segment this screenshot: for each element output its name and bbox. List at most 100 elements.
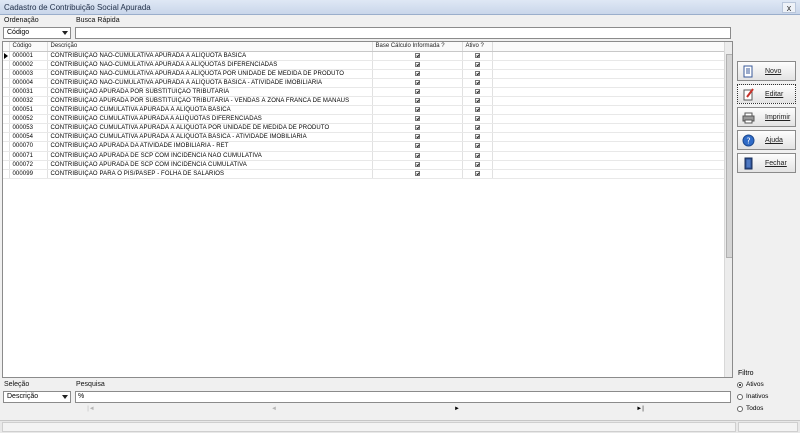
- table-row[interactable]: 000051 CONTRIBUIÇÃO CUMULATIVA APURADA À …: [3, 105, 725, 116]
- cell-filler: [492, 78, 725, 88]
- table-row[interactable]: 000003 CONTRIBUIÇÃO NÃO-CUMULATIVA APURAD…: [3, 69, 725, 79]
- quick-search-label: Busca Rápida: [76, 17, 120, 24]
- checkbox-checked-icon: [474, 70, 480, 76]
- table-row[interactable]: 000052 CONTRIBUIÇÃO CUMULATIVA APURADA A …: [3, 114, 725, 125]
- checkbox-checked-icon: [474, 61, 480, 67]
- table-row[interactable]: 000072 CONTRIBUIÇÃO APURADA DE SCP COM IN…: [3, 160, 725, 170]
- header-code[interactable]: Código: [9, 42, 48, 52]
- table-row[interactable]: 000032 CONTRIBUIÇÃO APURADA POR SUBSTITUI…: [3, 96, 725, 107]
- header-base-calculo[interactable]: Base Cálculo Informada ?: [372, 42, 463, 52]
- table-row[interactable]: 000099 CONTRIBUIÇÃO PARA O PIS/PASEP - FO…: [3, 169, 725, 179]
- checkbox-checked-icon: [474, 107, 480, 113]
- checkbox-checked-icon: [414, 116, 420, 122]
- cell-ativo-checkbox[interactable]: [462, 141, 493, 152]
- cell-ativo-checkbox[interactable]: [462, 51, 493, 61]
- editar-button[interactable]: Editar: [737, 84, 796, 104]
- cell-ativo-checkbox[interactable]: [462, 114, 493, 125]
- cell-ativo-checkbox[interactable]: [462, 105, 493, 116]
- quick-search-input[interactable]: [75, 27, 731, 39]
- cell-description: CONTRIBUIÇÃO NÃO-CUMULATIVA APURADA A AL…: [47, 60, 373, 70]
- header-description[interactable]: Descrição: [47, 42, 373, 52]
- table-row[interactable]: 000071 CONTRIBUIÇÃO APURADA DE SCP COM IN…: [3, 151, 725, 161]
- table-row[interactable]: 000002 CONTRIBUIÇÃO NÃO-CUMULATIVA APURAD…: [3, 60, 725, 70]
- cell-description: CONTRIBUIÇÃO APURADA POR SUBSTITUIÇÃO TR…: [47, 96, 373, 107]
- row-indicator: [3, 160, 10, 170]
- cell-code: 000004: [9, 78, 48, 88]
- cell-ativo-checkbox[interactable]: [462, 160, 493, 170]
- ordering-label: Ordenação: [4, 17, 39, 24]
- cell-base-checkbox[interactable]: [372, 96, 463, 107]
- cell-description: CONTRIBUIÇÃO PARA O PIS/PASEP - FOLHA DE…: [47, 169, 373, 179]
- filter-ativos-radio[interactable]: Ativos: [737, 381, 797, 390]
- imprimir-button[interactable]: Imprimir: [737, 107, 796, 127]
- table-row[interactable]: 000053 CONTRIBUIÇÃO CUMULATIVA APURADA À …: [3, 123, 725, 134]
- cell-base-checkbox[interactable]: [372, 114, 463, 125]
- cell-description: CONTRIBUIÇÃO CUMULATIVA APURADA À ALÍQUO…: [47, 105, 373, 116]
- table-row[interactable]: 000054 CONTRIBUIÇÃO CUMULATIVA APURADA À …: [3, 132, 725, 143]
- cell-base-checkbox[interactable]: [372, 69, 463, 79]
- table-row[interactable]: 000004 CONTRIBUIÇÃO NÃO-CUMULATIVA APURAD…: [3, 78, 725, 88]
- cell-ativo-checkbox[interactable]: [462, 151, 493, 161]
- cell-ativo-checkbox[interactable]: [462, 78, 493, 88]
- filter-ativos-label: Ativos: [746, 381, 764, 388]
- row-indicator: [3, 105, 10, 116]
- cell-ativo-checkbox[interactable]: [462, 132, 493, 143]
- table-row[interactable]: 000070 CONTRIBUIÇÃO APURADA DA ATIVIDADE …: [3, 141, 725, 152]
- row-indicator: [3, 114, 10, 125]
- cell-code: 000031: [9, 87, 48, 97]
- last-record-button[interactable]: ►|: [635, 405, 645, 414]
- checkbox-checked-icon: [414, 125, 420, 131]
- cell-ativo-checkbox[interactable]: [462, 60, 493, 70]
- cell-filler: [492, 141, 725, 152]
- close-window-button[interactable]: x: [782, 2, 796, 13]
- cell-base-checkbox[interactable]: [372, 87, 463, 97]
- cell-filler: [492, 105, 725, 116]
- cell-base-checkbox[interactable]: [372, 123, 463, 134]
- table-row[interactable]: 000031 CONTRIBUIÇÃO APURADA POR SUBSTITUI…: [3, 87, 725, 97]
- cell-description: CONTRIBUIÇÃO CUMULATIVA APURADA A ALÍQUO…: [47, 114, 373, 125]
- cell-base-checkbox[interactable]: [372, 105, 463, 116]
- filter-todos-radio[interactable]: Todos: [737, 405, 797, 414]
- ajuda-button[interactable]: ? Ajuda: [737, 130, 796, 150]
- grid-vertical-scrollbar[interactable]: [724, 42, 732, 377]
- cell-filler: [492, 132, 725, 143]
- cell-base-checkbox[interactable]: [372, 169, 463, 179]
- row-indicator: [3, 87, 10, 97]
- selection-select-value: Descrição: [7, 393, 39, 400]
- cell-ativo-checkbox[interactable]: [462, 96, 493, 107]
- cell-base-checkbox[interactable]: [372, 132, 463, 143]
- data-grid[interactable]: Código Descrição Base Cálculo Informada …: [2, 41, 733, 378]
- filter-title: Filtro: [738, 370, 754, 377]
- cell-base-checkbox[interactable]: [372, 60, 463, 70]
- checkbox-checked-icon: [414, 97, 420, 103]
- selection-label: Seleção: [4, 381, 30, 388]
- novo-button[interactable]: Novo: [737, 61, 796, 81]
- selection-select[interactable]: Descrição: [3, 391, 71, 403]
- filter-inativos-radio[interactable]: Inativos: [737, 393, 797, 402]
- cell-ativo-checkbox[interactable]: [462, 69, 493, 79]
- radio-icon: [737, 406, 743, 412]
- search-input[interactable]: %: [75, 391, 731, 403]
- header-ativo[interactable]: Ativo ?: [462, 42, 493, 52]
- cell-base-checkbox[interactable]: [372, 160, 463, 170]
- cell-ativo-checkbox[interactable]: [462, 123, 493, 134]
- checkbox-checked-icon: [414, 143, 420, 149]
- table-row[interactable]: 000001 CONTRIBUIÇÃO NÃO-CUMULATIVA APURAD…: [3, 51, 725, 61]
- cell-base-checkbox[interactable]: [372, 151, 463, 161]
- ordering-select[interactable]: Código: [3, 27, 71, 39]
- grid-header-row: Código Descrição Base Cálculo Informada …: [3, 42, 725, 52]
- prev-record-button[interactable]: ◄: [269, 405, 279, 414]
- next-record-button[interactable]: ►: [452, 405, 462, 414]
- fechar-button[interactable]: Fechar: [737, 153, 796, 173]
- cell-ativo-checkbox[interactable]: [462, 87, 493, 97]
- cell-base-checkbox[interactable]: [372, 141, 463, 152]
- cell-ativo-checkbox[interactable]: [462, 169, 493, 179]
- cell-base-checkbox[interactable]: [372, 78, 463, 88]
- cell-code: 000052: [9, 114, 48, 125]
- scrollbar-thumb[interactable]: [726, 54, 732, 258]
- cell-base-checkbox[interactable]: [372, 51, 463, 61]
- first-record-button[interactable]: |◄: [86, 405, 96, 414]
- row-indicator: [3, 51, 10, 61]
- checkbox-checked-icon: [474, 88, 480, 94]
- help-icon: ?: [742, 134, 755, 147]
